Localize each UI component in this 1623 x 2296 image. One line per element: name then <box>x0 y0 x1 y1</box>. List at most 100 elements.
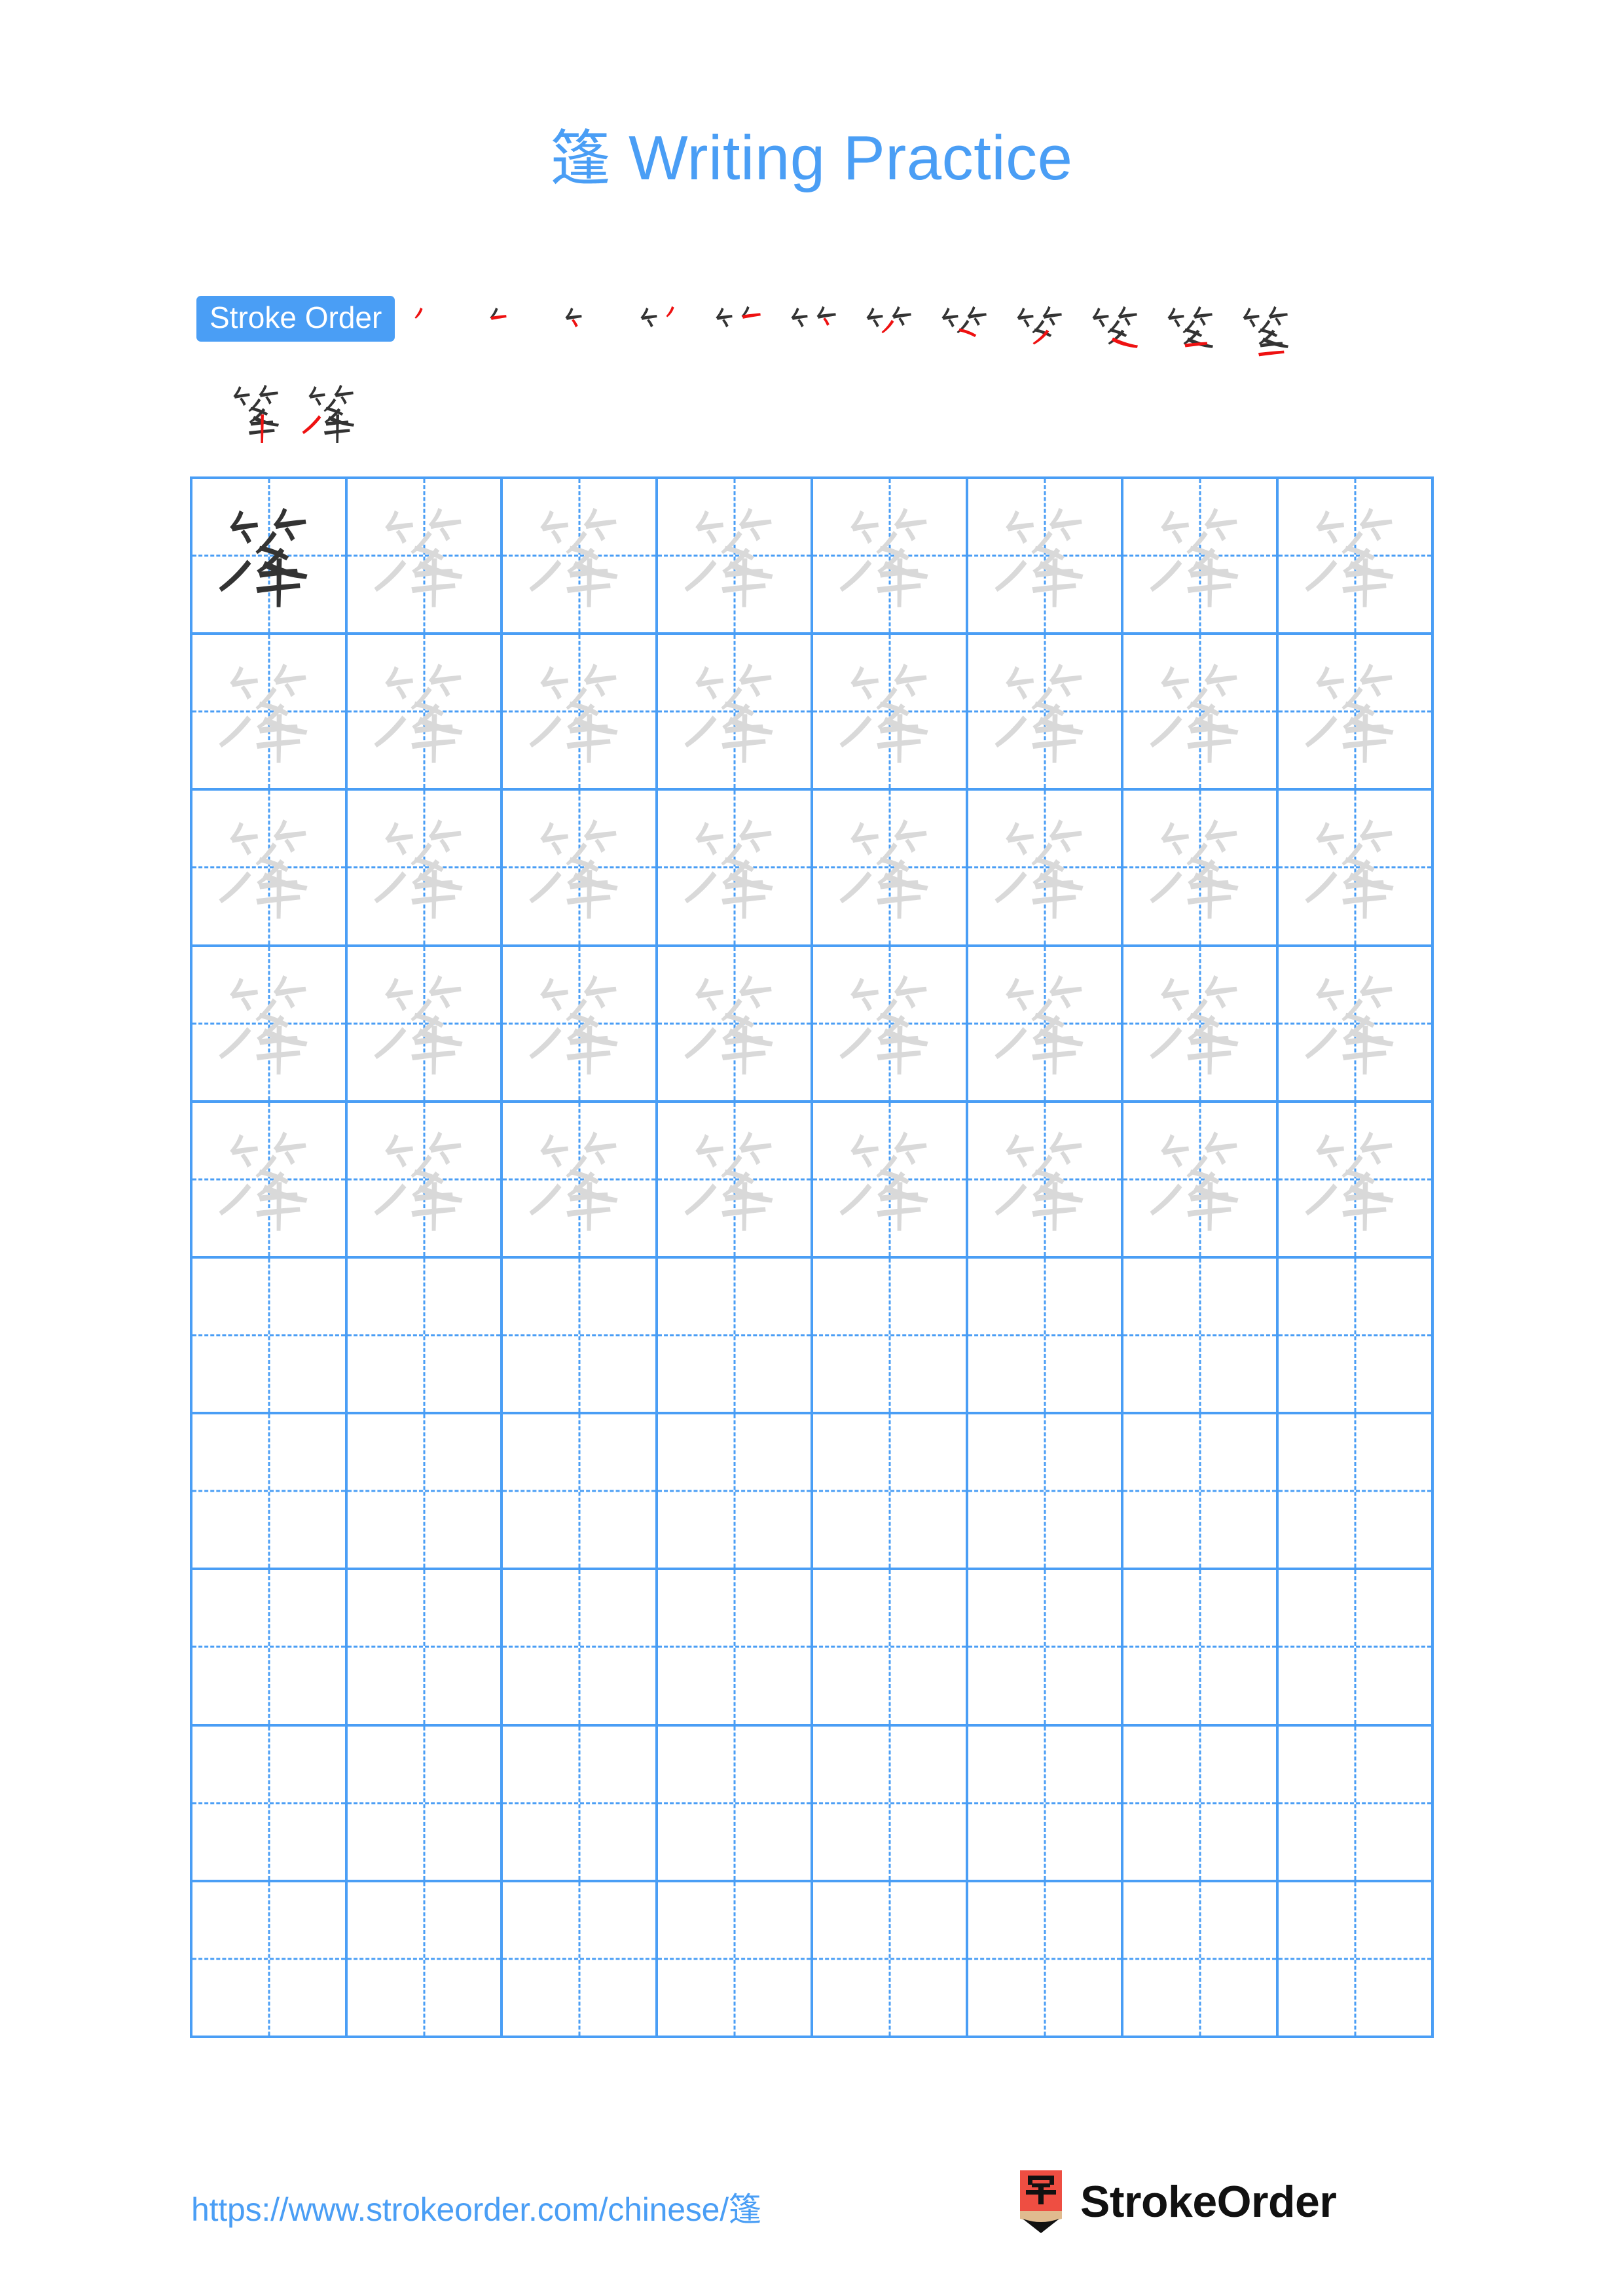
practice-cell[interactable] <box>503 1102 658 1259</box>
trace-character <box>968 479 1121 632</box>
practice-cell[interactable] <box>968 479 1123 636</box>
practice-cell[interactable] <box>503 635 658 791</box>
practice-cell[interactable] <box>503 1882 658 2038</box>
trace-character <box>1279 479 1431 632</box>
stroke-order-badge: Stroke Order <box>196 296 395 342</box>
practice-cell[interactable] <box>1123 791 1279 947</box>
practice-cell[interactable] <box>658 1258 813 1415</box>
practice-cell[interactable] <box>192 1414 348 1571</box>
practice-cell[interactable] <box>1123 635 1279 791</box>
practice-cell[interactable] <box>813 479 968 636</box>
practice-cell[interactable] <box>503 479 658 636</box>
practice-cell[interactable] <box>658 1570 813 1727</box>
practice-cell[interactable] <box>968 635 1123 791</box>
practice-cell[interactable] <box>1279 1414 1434 1571</box>
practice-cell[interactable] <box>1279 791 1434 947</box>
practice-cell[interactable] <box>968 1102 1123 1259</box>
practice-cell[interactable] <box>1279 1258 1434 1415</box>
practice-cell[interactable] <box>1279 635 1434 791</box>
practice-cell[interactable] <box>348 1570 503 1727</box>
trace-character <box>658 479 811 632</box>
practice-cell[interactable] <box>658 1414 813 1571</box>
pencil-logo-icon <box>1016 2170 1066 2233</box>
trace-character <box>1279 1103 1431 1256</box>
practice-cell[interactable] <box>192 1882 348 2038</box>
practice-cell[interactable] <box>192 1570 348 1727</box>
practice-cell[interactable] <box>503 946 658 1103</box>
cell-horizontal-guide <box>1123 1645 1276 1648</box>
practice-cell[interactable] <box>1279 946 1434 1103</box>
practice-cell[interactable] <box>1123 1258 1279 1415</box>
practice-cell[interactable] <box>968 1258 1123 1415</box>
practice-cell[interactable] <box>1279 1882 1434 2038</box>
practice-cell[interactable] <box>192 1102 348 1259</box>
practice-cell[interactable] <box>1123 1102 1279 1259</box>
practice-cell[interactable] <box>348 1726 503 1882</box>
practice-cell[interactable] <box>658 1102 813 1259</box>
practice-cell[interactable] <box>192 791 348 947</box>
practice-cell[interactable] <box>503 1414 658 1571</box>
practice-cell[interactable] <box>813 1726 968 1882</box>
practice-cell[interactable] <box>658 1882 813 2038</box>
practice-cell[interactable] <box>813 635 968 791</box>
trace-character <box>192 947 345 1100</box>
practice-cell[interactable] <box>192 1258 348 1415</box>
practice-cell[interactable] <box>503 791 658 947</box>
trace-character <box>813 791 966 944</box>
practice-cell[interactable] <box>348 1258 503 1415</box>
practice-cell[interactable] <box>968 1414 1123 1571</box>
practice-cell[interactable] <box>813 1258 968 1415</box>
practice-cell[interactable] <box>968 946 1123 1103</box>
practice-cell[interactable] <box>658 1726 813 1882</box>
practice-cell[interactable] <box>348 1102 503 1259</box>
practice-cell[interactable] <box>503 1570 658 1727</box>
trace-character <box>658 1103 811 1256</box>
footer-brand[interactable]: StrokeOrder <box>1016 2170 1337 2233</box>
practice-cell[interactable] <box>813 1882 968 2038</box>
trace-character <box>348 791 500 944</box>
practice-cell[interactable] <box>1123 1414 1279 1571</box>
footer-url[interactable]: https://www.strokeorder.com/chinese/篷 <box>191 2183 761 2231</box>
practice-cell[interactable] <box>813 946 968 1103</box>
practice-cell[interactable] <box>1123 1726 1279 1882</box>
cell-horizontal-guide <box>658 1958 811 1960</box>
practice-cell[interactable] <box>813 791 968 947</box>
practice-cell[interactable] <box>192 635 348 791</box>
trace-character <box>968 791 1121 944</box>
practice-cell[interactable] <box>348 635 503 791</box>
practice-cell[interactable] <box>348 946 503 1103</box>
practice-cell[interactable] <box>192 946 348 1103</box>
practice-cell[interactable] <box>503 1726 658 1882</box>
practice-cell[interactable] <box>1279 1570 1434 1727</box>
trace-character <box>1279 635 1431 788</box>
trace-character <box>1123 947 1276 1100</box>
practice-cell[interactable] <box>658 479 813 636</box>
practice-cell[interactable] <box>968 1882 1123 2038</box>
practice-cell[interactable] <box>1279 1102 1434 1259</box>
practice-cell[interactable] <box>658 791 813 947</box>
practice-cell[interactable] <box>1123 1570 1279 1727</box>
practice-cell[interactable] <box>1123 1882 1279 2038</box>
practice-cell[interactable] <box>968 791 1123 947</box>
practice-cell[interactable] <box>192 479 348 636</box>
practice-cell[interactable] <box>1279 479 1434 636</box>
trace-character <box>503 1103 655 1256</box>
practice-cell[interactable] <box>348 479 503 636</box>
practice-cell[interactable] <box>968 1570 1123 1727</box>
practice-cell[interactable] <box>192 1726 348 1882</box>
practice-cell[interactable] <box>1123 479 1279 636</box>
practice-cell[interactable] <box>348 1882 503 2038</box>
practice-cell[interactable] <box>813 1102 968 1259</box>
practice-cell[interactable] <box>1279 1726 1434 1882</box>
practice-cell[interactable] <box>503 1258 658 1415</box>
practice-cell[interactable] <box>348 1414 503 1571</box>
cell-horizontal-guide <box>192 1490 345 1492</box>
practice-cell[interactable] <box>813 1414 968 1571</box>
practice-cell[interactable] <box>1123 946 1279 1103</box>
practice-cell[interactable] <box>658 635 813 791</box>
practice-cell[interactable] <box>813 1570 968 1727</box>
practice-cell[interactable] <box>348 791 503 947</box>
stroke-order-step <box>776 296 852 373</box>
practice-cell[interactable] <box>658 946 813 1103</box>
practice-cell[interactable] <box>968 1726 1123 1882</box>
